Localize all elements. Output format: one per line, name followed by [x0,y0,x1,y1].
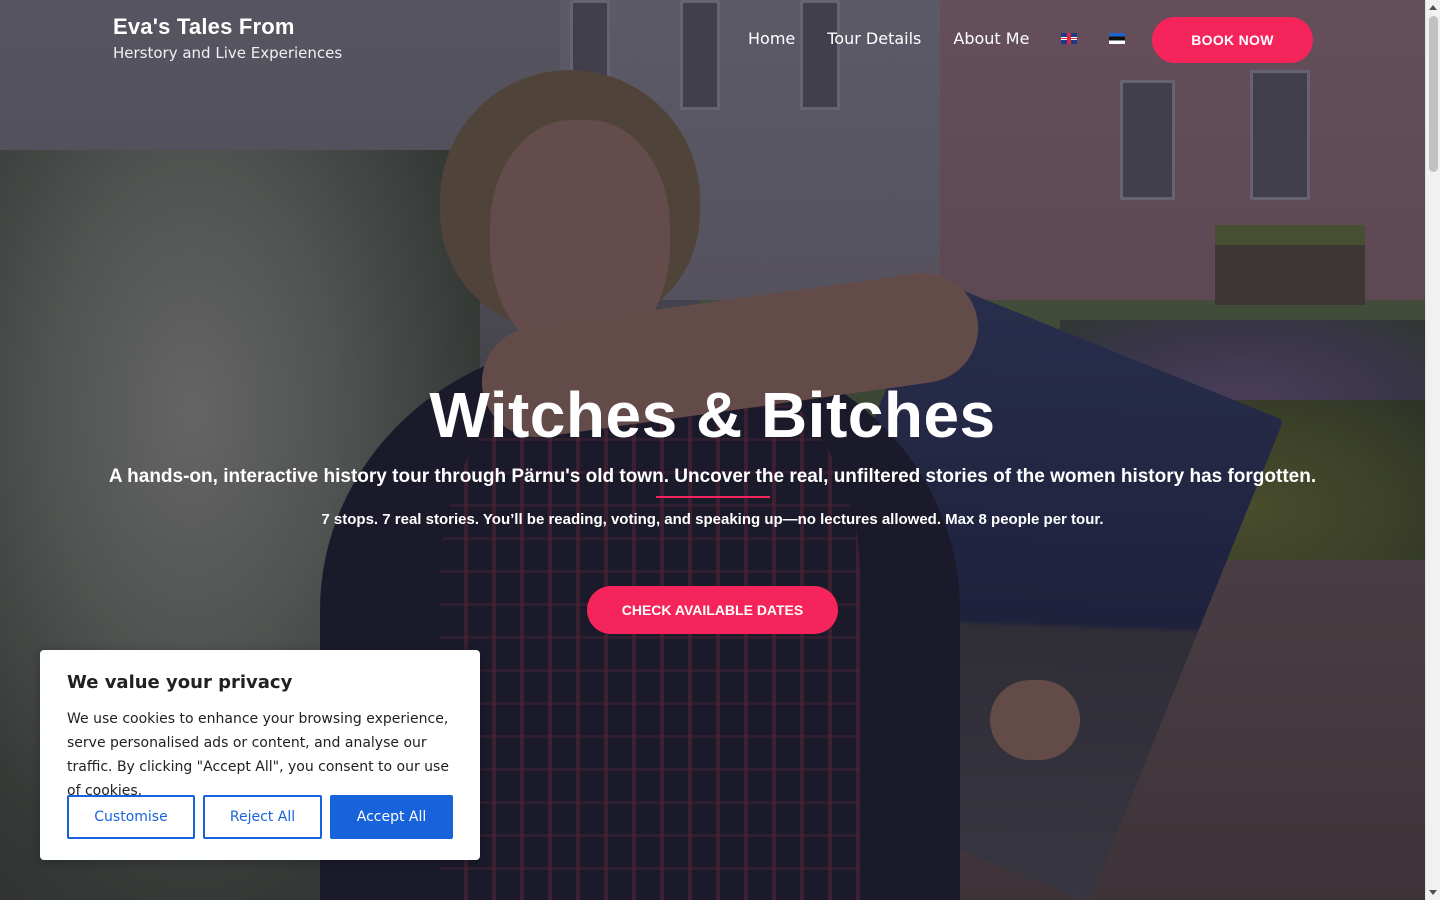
nav-tour-details[interactable]: Tour Details [827,29,921,48]
page-scrollbar[interactable] [1425,0,1440,900]
check-dates-button[interactable]: CHECK AVAILABLE DATES [587,586,838,634]
cookie-consent-dialog: We value your privacy We use cookies to … [40,650,480,860]
scroll-down-arrow-icon[interactable] [1429,890,1437,895]
uk-flag-icon[interactable] [1061,33,1078,44]
cookie-accept-button[interactable]: Accept All [330,795,453,839]
book-now-button[interactable]: BOOK NOW [1152,17,1313,63]
site-header: Eva's Tales From Herstory and Live Exper… [0,0,1425,80]
scroll-up-arrow-icon[interactable] [1429,5,1437,10]
main-nav: Home Tour Details About Me [748,29,1157,48]
scrollbar-thumb[interactable] [1429,16,1438,172]
site-brand[interactable]: Eva's Tales From Herstory and Live Exper… [113,14,342,62]
cookie-customise-button[interactable]: Customise [67,795,195,839]
hero-title: Witches & Bitches [429,379,996,451]
nav-home[interactable]: Home [748,29,795,48]
estonia-flag-icon[interactable] [1109,33,1126,44]
hero-detail: 7 stops. 7 real stories. You’ll be readi… [321,511,1104,528]
site-tagline: Herstory and Live Experiences [113,44,343,62]
hero-divider [656,496,770,498]
hero-subtitle: A hands-on, interactive history tour thr… [108,466,1317,487]
cookie-title: We value your privacy [67,672,293,693]
cookie-text: We use cookies to enhance your browsing … [67,711,449,799]
cookie-reject-button[interactable]: Reject All [203,795,322,839]
site-title[interactable]: Eva's Tales From [113,14,342,40]
nav-about-me[interactable]: About Me [953,29,1029,48]
